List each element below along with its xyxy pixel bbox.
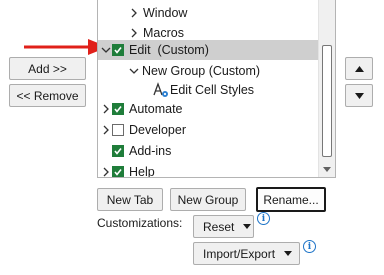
checkbox-checked-icon[interactable] xyxy=(112,166,124,177)
triangle-up-icon xyxy=(354,65,364,72)
new-group-button[interactable]: New Group xyxy=(170,188,246,211)
reset-label: Reset xyxy=(203,219,235,234)
tree-item-label: Edit (Custom) xyxy=(129,43,209,57)
triangle-down-icon xyxy=(284,251,293,256)
chevron-down-icon[interactable] xyxy=(100,46,112,54)
chevron-right-icon[interactable] xyxy=(128,8,140,18)
tree-item-edit-cell-styles[interactable]: Edit Cell Styles xyxy=(98,80,318,100)
import-export-dropdown[interactable]: Import/Export xyxy=(193,242,300,265)
checkbox-checked-icon[interactable] xyxy=(112,145,124,157)
tree-item-label: New Group (Custom) xyxy=(142,64,261,78)
customizations-label: Customizations: xyxy=(97,216,183,230)
import-export-label: Import/Export xyxy=(203,246,276,261)
add-button[interactable]: Add >> xyxy=(9,57,86,80)
tree-item-automate[interactable]: Automate xyxy=(98,99,318,119)
checkbox-checked-icon[interactable] xyxy=(112,44,124,56)
tree-item-developer[interactable]: Developer xyxy=(98,120,318,140)
chevron-right-icon[interactable] xyxy=(100,104,112,114)
tree-scrollbar[interactable] xyxy=(318,0,335,177)
chevron-right-icon[interactable] xyxy=(128,28,140,38)
ribbon-tree-view[interactable]: Window Macros Edit (Custom) New Group (C… xyxy=(97,0,336,178)
tree-item-label: Help xyxy=(129,165,155,178)
tree-item-help[interactable]: Help xyxy=(98,162,318,178)
reset-dropdown[interactable]: Reset xyxy=(193,215,254,238)
info-icon[interactable]: i xyxy=(257,212,270,225)
scrollbar-thumb[interactable] xyxy=(322,45,332,157)
chevron-right-icon[interactable] xyxy=(100,125,112,135)
tree-item-add-ins[interactable]: Add-ins xyxy=(98,141,318,161)
tree-item-label: Window xyxy=(143,6,188,20)
chevron-right-icon[interactable] xyxy=(100,167,112,177)
edit-styles-icon xyxy=(153,82,169,98)
new-group-label: New Group xyxy=(177,192,239,207)
new-tab-button[interactable]: New Tab xyxy=(97,188,163,211)
triangle-down-icon xyxy=(354,92,364,99)
remove-button[interactable]: << Remove xyxy=(9,84,86,107)
tree-item-label: Macros xyxy=(143,26,184,40)
new-tab-label: New Tab xyxy=(106,192,154,207)
tree-item-label: Add-ins xyxy=(129,144,172,158)
chevron-down-icon[interactable] xyxy=(128,67,140,75)
tree-item-window[interactable]: Window xyxy=(98,3,318,23)
tree-item-edit-custom[interactable]: Edit (Custom) xyxy=(98,40,318,60)
rename-label: Rename... xyxy=(263,192,319,207)
info-icon[interactable]: i xyxy=(303,240,316,253)
tree-item-label: Developer xyxy=(129,123,186,137)
add-button-label: Add >> xyxy=(28,61,67,76)
tree-item-label: Automate xyxy=(129,102,183,116)
triangle-down-icon xyxy=(243,224,252,229)
remove-button-label: << Remove xyxy=(16,88,79,103)
scroll-down-arrow-icon[interactable] xyxy=(323,167,331,173)
checkbox-checked-icon[interactable] xyxy=(112,103,124,115)
tree-item-label: Edit Cell Styles xyxy=(170,83,255,97)
rename-button[interactable]: Rename... xyxy=(256,187,326,212)
move-down-button[interactable] xyxy=(345,84,373,107)
move-up-button[interactable] xyxy=(345,57,373,80)
tree-item-new-group[interactable]: New Group (Custom) xyxy=(98,61,318,81)
checkbox-unchecked-icon[interactable] xyxy=(112,124,124,136)
